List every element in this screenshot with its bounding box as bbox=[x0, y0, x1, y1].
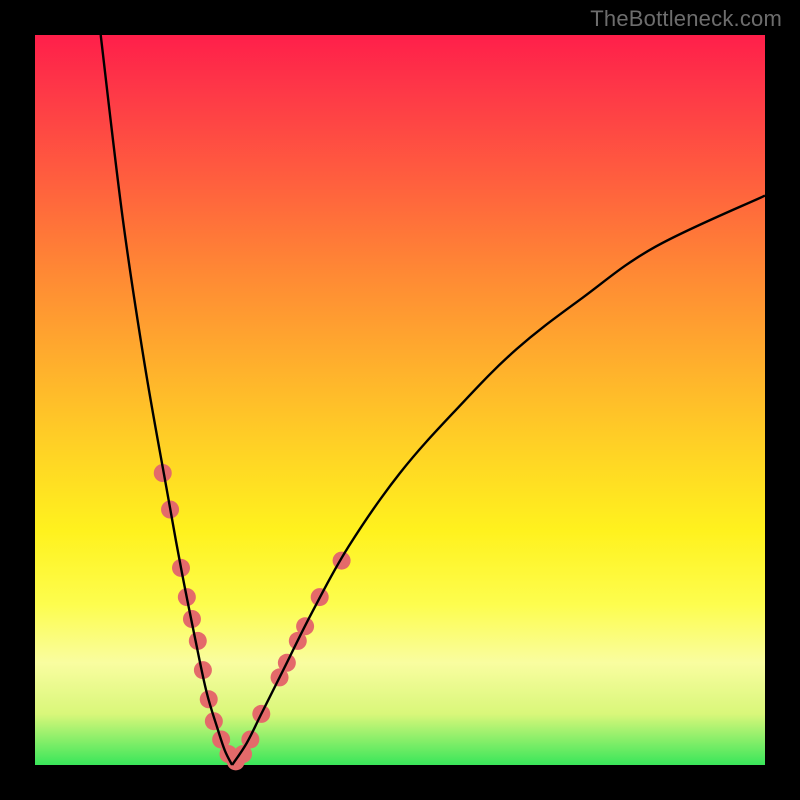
chart-frame: TheBottleneck.com bbox=[0, 0, 800, 800]
chart-svg bbox=[35, 35, 765, 765]
right-branch-curve bbox=[232, 196, 765, 765]
plot-area bbox=[35, 35, 765, 765]
left-branch-curve bbox=[101, 35, 232, 765]
watermark-text: TheBottleneck.com bbox=[590, 6, 782, 32]
dots-layer bbox=[154, 464, 351, 770]
